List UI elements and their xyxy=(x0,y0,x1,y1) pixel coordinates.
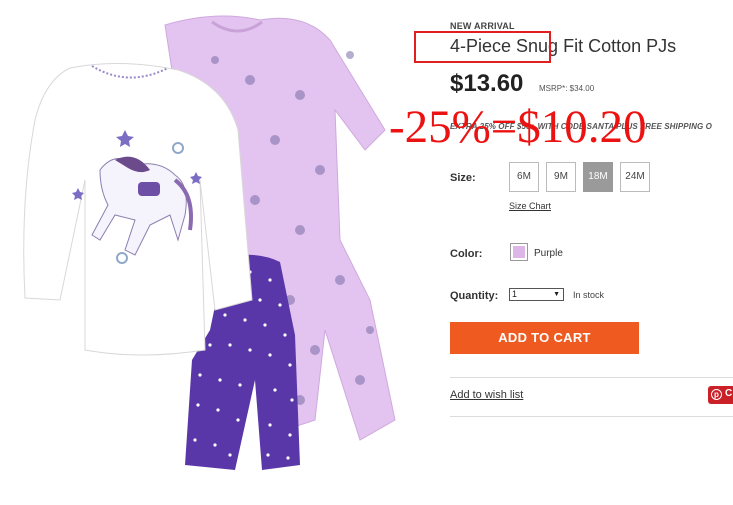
title-highlight-box xyxy=(414,31,551,63)
size-label: Size: xyxy=(450,172,476,184)
quantity-label: Quantity: xyxy=(450,290,499,302)
color-label: Color: xyxy=(450,248,483,260)
size-option-6m[interactable]: 6M xyxy=(509,162,539,192)
product-image xyxy=(0,0,440,505)
quantity-select[interactable]: 1 ▼ xyxy=(509,288,564,301)
pinterest-icon: p xyxy=(711,389,722,400)
dropdown-arrow-icon: ▼ xyxy=(553,291,560,298)
discount-annotation: -25%=$10.20 xyxy=(389,101,647,153)
color-value: Purple xyxy=(534,248,563,259)
pinterest-button[interactable]: p C xyxy=(708,386,733,404)
product-price: $13.60 xyxy=(450,70,524,97)
product-details: NEW ARRIVAL 4-Piece Snug Fit Cotton PJs … xyxy=(389,0,733,505)
color-swatch-purple[interactable] xyxy=(510,243,528,261)
size-option-9m[interactable]: 9M xyxy=(546,162,576,192)
pinterest-label: C xyxy=(725,388,733,399)
divider-top xyxy=(450,377,733,378)
size-option-18m[interactable]: 18M xyxy=(583,162,613,192)
pajama-set-illustration xyxy=(23,15,396,470)
size-chart-link[interactable]: Size Chart xyxy=(509,201,551,211)
swatch-fill xyxy=(513,246,525,258)
quantity-value: 1 xyxy=(512,289,518,299)
add-to-cart-button[interactable]: ADD TO CART xyxy=(450,322,639,354)
stock-status: In stock xyxy=(573,290,605,300)
divider-bottom xyxy=(450,416,733,417)
new-arrival-badge: NEW ARRIVAL xyxy=(450,21,515,31)
size-option-24m[interactable]: 24M xyxy=(620,162,650,192)
add-to-wishlist-link[interactable]: Add to wish list xyxy=(450,389,523,401)
msrp-price: MSRP*: $34.00 xyxy=(539,84,595,93)
